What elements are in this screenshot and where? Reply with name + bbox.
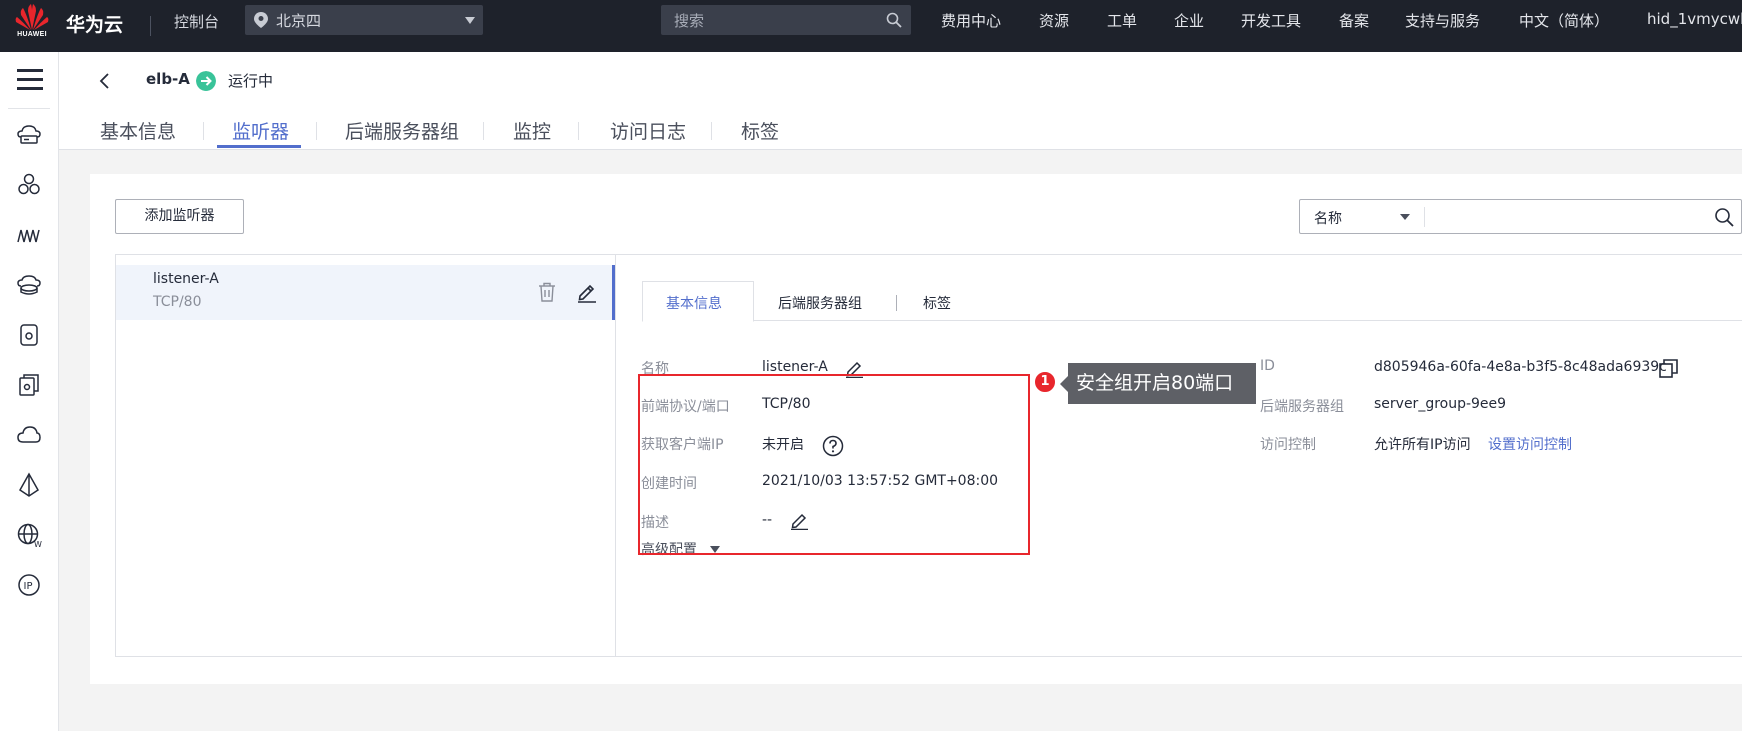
id-value: d805946a-60fa-4e8a-b3f5-8c48ada6939c: [1374, 359, 1667, 375]
brand-name[interactable]: 华为云: [66, 10, 123, 37]
svg-text:IP: IP: [24, 581, 33, 592]
backend-group-label: 后端服务器组: [1260, 399, 1344, 415]
edit-icon[interactable]: [576, 281, 598, 303]
status-text: 运行中: [228, 72, 274, 90]
tab-tags[interactable]: 标签: [741, 117, 779, 144]
annotation-highlight-box: [638, 374, 1030, 555]
instance-name: elb-A: [146, 70, 190, 88]
divider: [8, 108, 50, 109]
access-control-value: 允许所有IP访问: [1374, 437, 1471, 453]
cloud-storage-icon[interactable]: [16, 272, 42, 298]
chevron-down-icon: [1400, 214, 1410, 220]
top-navigation-bar: HUAWEI 华为云 控制台 北京四 搜索 费用中心 资源 工单 企业 开发工具…: [0, 0, 1742, 52]
database-icon[interactable]: [16, 322, 42, 348]
active-tab-indicator: [217, 145, 301, 148]
nav-user-account[interactable]: hid_1vmycwb: [1647, 10, 1742, 28]
page-header: elb-A 运行中 基本信息 监听器 后端服务器组 监控 访问日志 标签: [59, 52, 1742, 150]
listener-protocol: TCP/80: [153, 294, 202, 310]
nav-tickets[interactable]: 工单: [1107, 10, 1137, 31]
divider: [316, 122, 317, 140]
nav-dev-tools[interactable]: 开发工具: [1241, 10, 1301, 31]
trash-icon[interactable]: [538, 282, 556, 302]
svg-text:W: W: [34, 540, 42, 548]
subtab-basic-info[interactable]: 基本信息: [666, 293, 722, 313]
backup-icon[interactable]: [16, 372, 42, 398]
huawei-logo-icon: [15, 4, 49, 30]
divider: [483, 122, 484, 140]
region-value: 北京四: [276, 12, 322, 30]
copy-icon[interactable]: [1659, 359, 1678, 378]
annotation-number-badge: 1: [1033, 370, 1057, 394]
id-label: ID: [1260, 358, 1275, 374]
console-link[interactable]: 控制台: [174, 11, 219, 32]
cloud-server-icon[interactable]: [16, 122, 42, 148]
logo-wordmark: HUAWEI: [17, 31, 47, 38]
divider: [1424, 207, 1425, 227]
nav-resources[interactable]: 资源: [1039, 10, 1069, 31]
cluster-icon[interactable]: [16, 172, 42, 198]
backend-group-value: server_group-9ee9: [1374, 396, 1507, 412]
divider: [711, 122, 712, 140]
deploy-icon[interactable]: [16, 472, 42, 498]
name-value: listener-A: [762, 359, 828, 375]
filter-field-select[interactable]: 名称: [1314, 208, 1342, 228]
network-icon[interactable]: [16, 222, 42, 248]
add-listener-button[interactable]: 添加监听器: [115, 199, 244, 234]
back-arrow-icon[interactable]: [98, 72, 112, 90]
region-selector[interactable]: 北京四: [245, 5, 483, 35]
divider: [203, 122, 204, 140]
web-icon[interactable]: W: [16, 522, 42, 548]
annotation-callout: 安全组开启80端口: [1068, 363, 1256, 404]
nav-support[interactable]: 支持与服务: [1405, 10, 1480, 31]
search-filter[interactable]: 名称: [1299, 199, 1742, 234]
divider: [150, 16, 151, 36]
nav-language[interactable]: 中文（简体）: [1519, 10, 1609, 31]
detail-subtabs: 基本信息 后端服务器组 标签: [642, 281, 1742, 322]
running-status-icon: [196, 71, 216, 91]
nav-filing[interactable]: 备案: [1339, 10, 1369, 31]
tab-listeners[interactable]: 监听器: [232, 117, 289, 144]
listener-list: listener-A TCP/80: [115, 254, 616, 657]
global-search-input[interactable]: 搜索: [661, 5, 911, 35]
access-control-label: 访问控制: [1260, 437, 1316, 453]
search-icon[interactable]: [886, 12, 902, 28]
tab-basic-info[interactable]: 基本信息: [100, 117, 176, 144]
nav-enterprise[interactable]: 企业: [1174, 10, 1204, 31]
search-placeholder: 搜索: [674, 12, 705, 30]
tab-backend-groups[interactable]: 后端服务器组: [345, 117, 459, 144]
callout-pointer: [1060, 376, 1068, 392]
tab-access-logs[interactable]: 访问日志: [610, 117, 686, 144]
cloud-icon[interactable]: [16, 422, 42, 448]
nav-billing[interactable]: 费用中心: [941, 10, 1001, 31]
location-pin-icon: [254, 12, 268, 28]
menu-icon[interactable]: [17, 69, 43, 91]
huawei-logo[interactable]: HUAWEI: [12, 3, 52, 47]
service-sidebar: W IP: [0, 52, 59, 731]
tab-monitoring[interactable]: 监控: [513, 117, 551, 144]
set-access-control-link[interactable]: 设置访问控制: [1488, 434, 1572, 454]
list-item[interactable]: listener-A TCP/80: [116, 265, 615, 320]
subtab-tags[interactable]: 标签: [923, 293, 951, 313]
divider: [896, 295, 897, 311]
ip-icon[interactable]: IP: [16, 572, 42, 598]
search-icon[interactable]: [1714, 207, 1734, 227]
chevron-down-icon: [465, 17, 475, 24]
subtab-backend-groups[interactable]: 后端服务器组: [778, 293, 862, 313]
listener-name: listener-A: [153, 271, 219, 287]
divider: [578, 122, 579, 140]
